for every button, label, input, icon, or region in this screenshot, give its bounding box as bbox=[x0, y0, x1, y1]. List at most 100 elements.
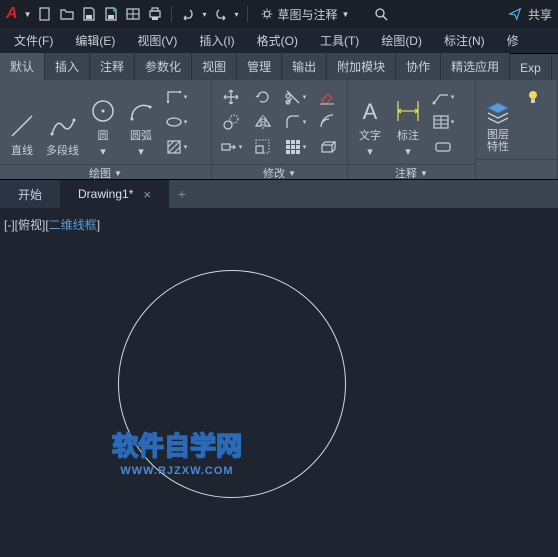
tool-offset[interactable] bbox=[314, 111, 340, 133]
table-icon bbox=[432, 113, 450, 131]
tool-copy[interactable] bbox=[218, 111, 244, 133]
tool-cloud[interactable] bbox=[430, 136, 456, 158]
tab-start[interactable]: 开始 bbox=[0, 180, 60, 208]
tool-trim[interactable] bbox=[282, 86, 308, 108]
bulb-icon bbox=[524, 88, 542, 106]
new-icon[interactable] bbox=[37, 6, 53, 22]
menu-bar: 文件(F) 编辑(E) 视图(V) 插入(I) 格式(O) 工具(T) 绘图(D… bbox=[0, 28, 558, 54]
menu-file[interactable]: 文件(F) bbox=[4, 28, 63, 53]
cloud-icon bbox=[434, 138, 452, 156]
panel-modify-footer[interactable]: 修改▼ bbox=[212, 164, 347, 181]
drawing-canvas[interactable]: [-][俯视][二维线框] 软件自学网 WWW.RJZXW.COM bbox=[0, 208, 558, 557]
undo-dropdown[interactable]: ▾ bbox=[202, 10, 206, 19]
fillet-icon bbox=[284, 113, 302, 131]
dimension-icon bbox=[394, 97, 422, 125]
tool-table[interactable] bbox=[430, 111, 456, 133]
tab-default[interactable]: 默认 bbox=[0, 53, 45, 80]
menu-edit[interactable]: 编辑(E) bbox=[65, 28, 125, 53]
tool-layer-state[interactable] bbox=[520, 86, 546, 108]
new-tab-button[interactable]: + bbox=[169, 186, 195, 202]
share-button[interactable]: 共享 bbox=[508, 6, 552, 23]
tool-line[interactable]: 直线 bbox=[4, 84, 40, 160]
tool-rotate[interactable] bbox=[250, 86, 276, 108]
watermark: 软件自学网 WWW.RJZXW.COM bbox=[112, 426, 242, 477]
tool-erase[interactable] bbox=[314, 86, 340, 108]
trim-icon bbox=[284, 88, 302, 106]
tool-ellipse[interactable] bbox=[163, 111, 189, 133]
tab-featured[interactable]: 精选应用 bbox=[441, 53, 510, 80]
scale-icon bbox=[254, 138, 272, 156]
text-icon: A bbox=[356, 97, 384, 125]
copy-icon bbox=[222, 113, 240, 131]
rotate-icon bbox=[254, 88, 272, 106]
tool-hatch[interactable] bbox=[163, 136, 189, 158]
tab-manage[interactable]: 管理 bbox=[237, 53, 282, 80]
line-icon bbox=[8, 112, 36, 140]
tab-insert[interactable]: 插入 bbox=[45, 53, 90, 80]
viewport-label[interactable]: [-][俯视][二维线框] bbox=[4, 216, 100, 233]
erase-icon bbox=[318, 88, 336, 106]
web-icon[interactable] bbox=[125, 6, 141, 22]
panel-layers: 图层 特性 bbox=[476, 80, 558, 179]
redo-dropdown[interactable]: ▾ bbox=[235, 10, 239, 19]
hatch-icon bbox=[165, 138, 183, 156]
close-icon[interactable]: × bbox=[143, 187, 151, 202]
logo-dropdown[interactable]: ▼ bbox=[24, 10, 32, 19]
file-tabs: 开始 Drawing1* × + bbox=[0, 180, 558, 208]
tool-scale[interactable] bbox=[250, 136, 276, 158]
tab-addins[interactable]: 附加模块 bbox=[327, 53, 396, 80]
tool-dimension[interactable]: 标注 ▾ bbox=[390, 84, 426, 160]
menu-tools[interactable]: 工具(T) bbox=[310, 28, 369, 53]
tab-view[interactable]: 视图 bbox=[192, 53, 237, 80]
panel-annotate: A 文字 ▾ 标注 ▾ 注释▼ bbox=[348, 80, 476, 179]
open-icon[interactable] bbox=[59, 6, 75, 22]
search-button[interactable] bbox=[373, 6, 389, 22]
tab-parametric[interactable]: 参数化 bbox=[135, 53, 192, 80]
menu-format[interactable]: 格式(O) bbox=[247, 28, 308, 53]
tool-rectangle[interactable] bbox=[163, 86, 189, 108]
tool-mirror[interactable] bbox=[250, 111, 276, 133]
svg-text:A: A bbox=[363, 99, 378, 124]
tab-output[interactable]: 输出 bbox=[282, 53, 327, 80]
mirror-icon bbox=[254, 113, 272, 131]
undo-icon[interactable] bbox=[180, 6, 196, 22]
layers-icon bbox=[484, 99, 512, 127]
tab-exp[interactable]: Exp bbox=[510, 56, 552, 80]
share-label: 共享 bbox=[528, 6, 552, 23]
circle-icon bbox=[89, 97, 117, 125]
panel-draw-footer[interactable]: 绘图▼ bbox=[0, 164, 211, 181]
app-logo: A bbox=[6, 5, 18, 23]
menu-insert[interactable]: 插入(I) bbox=[189, 28, 244, 53]
tool-stretch[interactable] bbox=[218, 136, 244, 158]
panel-layers-footer bbox=[476, 159, 557, 179]
offset-icon bbox=[318, 113, 336, 131]
tool-layer-properties[interactable]: 图层 特性 bbox=[480, 84, 516, 155]
tool-fillet[interactable] bbox=[282, 111, 308, 133]
plot-icon[interactable] bbox=[147, 6, 163, 22]
title-bar: A ▼ ▾ ▾ 草图与注释 ▼ 共享 bbox=[0, 0, 558, 28]
explode-icon bbox=[318, 138, 336, 156]
menu-modify[interactable]: 修 bbox=[497, 28, 529, 53]
tool-arc[interactable]: 圆弧 ▾ bbox=[123, 84, 159, 160]
menu-view[interactable]: 视图(V) bbox=[127, 28, 187, 53]
menu-draw[interactable]: 绘图(D) bbox=[371, 28, 432, 53]
tool-polyline[interactable]: 多段线 bbox=[42, 84, 83, 160]
tool-array[interactable] bbox=[282, 136, 308, 158]
panel-annotate-footer[interactable]: 注释▼ bbox=[348, 164, 475, 181]
tool-text[interactable]: A 文字 ▾ bbox=[352, 84, 388, 160]
workspace-switcher[interactable]: 草图与注释 ▼ bbox=[260, 6, 350, 23]
tab-collab[interactable]: 协作 bbox=[396, 53, 441, 80]
tool-circle[interactable]: 圆 ▾ bbox=[85, 84, 121, 160]
tool-move[interactable] bbox=[218, 86, 244, 108]
saveas-icon[interactable] bbox=[103, 6, 119, 22]
menu-dimension[interactable]: 标注(N) bbox=[434, 28, 495, 53]
tab-annotate[interactable]: 注释 bbox=[90, 53, 135, 80]
ribbon: 直线 多段线 圆 ▾ 圆弧 ▾ 绘图▼ bbox=[0, 80, 558, 180]
panel-modify: 修改▼ bbox=[212, 80, 348, 179]
leader-icon bbox=[432, 88, 450, 106]
save-icon[interactable] bbox=[81, 6, 97, 22]
tab-drawing1[interactable]: Drawing1* × bbox=[60, 180, 169, 208]
tool-leader[interactable] bbox=[430, 86, 456, 108]
redo-icon[interactable] bbox=[213, 6, 229, 22]
tool-explode[interactable] bbox=[314, 136, 340, 158]
